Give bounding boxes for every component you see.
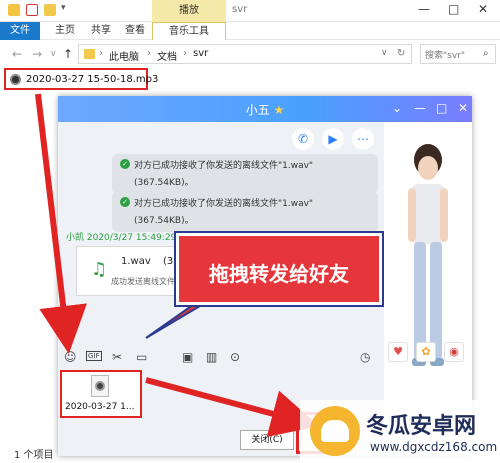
file-icon[interactable]: [8, 4, 20, 16]
file-card-name: 1.wav: [121, 256, 151, 267]
video-icon[interactable]: ▥: [206, 350, 217, 364]
maximize-icon[interactable]: □: [448, 2, 459, 16]
check-icon: ✓: [120, 159, 130, 169]
back-arrow-icon[interactable]: ←: [12, 47, 22, 61]
breadcrumb-svr[interactable]: svr: [193, 48, 208, 59]
folder-icon[interactable]: ▭: [136, 350, 147, 364]
system-message: ✓ 对方已成功接收了你发送的离线文件"1.wav" (367.54KB)。: [112, 192, 378, 232]
selected-mp3-file[interactable]: 2020-03-27 15-50-18.mp3: [4, 68, 158, 90]
more-button[interactable]: ⋯: [352, 128, 374, 150]
address-input[interactable]: › 此电脑 › 文档 › svr ∨ ↻: [78, 44, 412, 64]
folder-icon: [84, 49, 95, 59]
minimize-icon[interactable]: —: [414, 101, 426, 115]
maximize-icon[interactable]: □: [436, 101, 447, 115]
minimize-icon[interactable]: —: [418, 2, 430, 16]
callout-box: 拖拽转发给好友: [174, 231, 384, 307]
voice-call-button[interactable]: ✆: [292, 128, 314, 150]
scissors-icon[interactable]: ✂: [112, 350, 122, 364]
watermark-url: www.dgxcdz168.com: [370, 440, 498, 454]
watermark-title: 冬瓜安卓网: [366, 414, 477, 439]
chat-title-wrap: 小五 ★: [58, 101, 472, 118]
check-icon: ✓: [120, 197, 130, 207]
quick-access-dropdown-icon[interactable]: ▾: [61, 3, 66, 13]
heart-gift-icon[interactable]: ♥: [388, 342, 408, 362]
attached-file-name: 2020-03-27 1...: [65, 402, 135, 412]
address-bar-row: ← → ∨ ↑ › 此电脑 › 文档 › svr ∨ ↻ 搜索"svr" ⌕: [0, 42, 500, 66]
flower-gift-icon[interactable]: ✿: [416, 342, 436, 362]
sent-file-card[interactable]: ♫ 1.wav (307.5 成功发送离线文件: [76, 246, 196, 296]
close-button[interactable]: 关闭(C): [240, 430, 294, 450]
audio-file-icon: [10, 74, 21, 85]
forward-arrow-icon[interactable]: →: [32, 47, 42, 61]
more-icon[interactable]: ⊙: [230, 350, 240, 364]
video-call-button[interactable]: ▶: [322, 128, 344, 150]
attached-file[interactable]: 2020-03-27 1...: [60, 370, 142, 418]
explorer-titlebar: ▾ 播放 svr — □ ✕: [0, 0, 500, 22]
contact-name: 小五: [245, 103, 270, 117]
folder-icon[interactable]: [44, 4, 56, 16]
history-icon[interactable]: ◷: [360, 350, 370, 364]
checkbox-icon[interactable]: [26, 4, 38, 16]
close-icon[interactable]: ✕: [478, 2, 488, 16]
system-message: ✓ 对方已成功接收了你发送的离线文件"1.wav" (367.54KB)。: [112, 154, 378, 194]
close-icon[interactable]: ✕: [458, 101, 468, 115]
message-text: 对方已成功接收了你发送的离线文件"1.wav": [134, 161, 314, 171]
chat-header[interactable]: 小五 ★ ⌄ — □ ✕: [58, 96, 472, 122]
message-size: (367.54KB)。: [134, 178, 194, 188]
music-note-icon: ♫: [91, 259, 108, 280]
breadcrumb-separator-icon: ›: [183, 48, 187, 59]
sender-line: 小凯 2020/3/27 15:49:29: [66, 233, 177, 243]
ribbon-tabs: 文件 主页 共享 查看 音乐工具: [0, 22, 500, 40]
lantern-gift-icon[interactable]: ◉: [444, 342, 464, 362]
tab-view[interactable]: 查看: [120, 22, 150, 40]
play-contextual-tab[interactable]: 播放: [152, 0, 226, 22]
smile-icon[interactable]: ☺: [64, 350, 77, 364]
breadcrumb-documents[interactable]: 文档: [157, 48, 177, 63]
search-input[interactable]: 搜索"svr" ⌕: [420, 44, 496, 64]
star-icon: ★: [273, 103, 285, 117]
tab-file[interactable]: 文件: [0, 22, 40, 40]
recent-dropdown-icon[interactable]: ∨: [50, 49, 57, 59]
input-toolbar: ☺ GIF ✂ ▭ ▣ ▥ ⊙ ◷: [58, 348, 384, 366]
search-icon[interactable]: ⌕: [483, 48, 489, 59]
file-name: 2020-03-27 15-50-18.mp3: [26, 74, 159, 85]
tab-share[interactable]: 共享: [86, 22, 116, 40]
address-dropdown-icon[interactable]: ∨: [381, 48, 388, 58]
audio-file-icon: [91, 375, 109, 397]
up-arrow-icon[interactable]: ↑: [63, 47, 73, 61]
breadcrumb-separator-icon: ›: [99, 48, 103, 59]
message-size: (367.54KB)。: [134, 216, 194, 226]
site-watermark: 冬瓜安卓网 www.dgxcdz168.com: [300, 400, 500, 463]
gif-icon[interactable]: GIF: [86, 351, 102, 361]
pin-icon[interactable]: ⌄: [392, 101, 402, 115]
breadcrumb-this-pc[interactable]: 此电脑: [109, 48, 139, 63]
callout-text: 拖拽转发给好友: [209, 262, 349, 286]
tab-home[interactable]: 主页: [50, 22, 80, 40]
message-text: 对方已成功接收了你发送的离线文件"1.wav": [134, 199, 314, 209]
breadcrumb-separator-icon: ›: [147, 48, 151, 59]
image-icon[interactable]: ▣: [182, 350, 193, 364]
search-placeholder: 搜索"svr": [425, 51, 465, 61]
android-logo-icon: [310, 406, 360, 456]
tab-music-tools[interactable]: 音乐工具: [152, 22, 226, 40]
status-item-count: 1 个项目: [14, 450, 54, 461]
window-title: svr: [232, 4, 248, 15]
file-card-status: 成功发送离线文件: [111, 277, 175, 286]
refresh-icon[interactable]: ↻: [397, 48, 405, 59]
